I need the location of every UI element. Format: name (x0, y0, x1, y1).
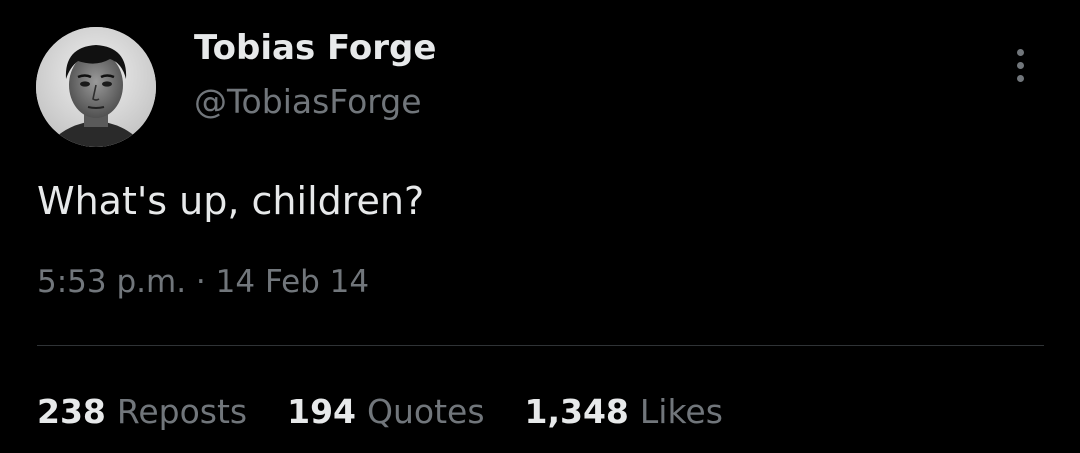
author-display-name[interactable]: Tobias Forge (194, 26, 436, 70)
reposts-count: 238 (37, 392, 106, 431)
likes-stat[interactable]: 1,348 Likes (525, 390, 723, 434)
more-options-button[interactable] (1000, 40, 1040, 90)
likes-count: 1,348 (524, 392, 629, 431)
tweet-timestamp[interactable]: 5:53 p.m. · 14 Feb 14 (37, 260, 369, 304)
reposts-label: Reposts (116, 392, 248, 431)
quotes-stat[interactable]: 194 Quotes (287, 390, 484, 434)
more-vertical-icon (1016, 48, 1024, 82)
quotes-label: Quotes (367, 392, 485, 431)
divider (37, 345, 1044, 346)
tweet-text: What's up, children? (37, 179, 425, 223)
likes-label: Likes (639, 392, 723, 431)
tweet-card: Tobias Forge @TobiasForge What's up, chi… (0, 0, 1080, 453)
timestamp-separator: · (195, 264, 206, 300)
quotes-count: 194 (287, 392, 356, 431)
engagement-stats: 238 Reposts 194 Quotes 1,348 Likes (37, 390, 763, 434)
tweet-time: 5:53 p.m. (37, 264, 187, 300)
reposts-stat[interactable]: 238 Reposts (37, 390, 247, 434)
user-avatar-icon (36, 27, 156, 147)
tweet-date: 14 Feb 14 (215, 264, 370, 300)
avatar[interactable] (36, 27, 156, 147)
author-handle[interactable]: @TobiasForge (194, 80, 422, 124)
